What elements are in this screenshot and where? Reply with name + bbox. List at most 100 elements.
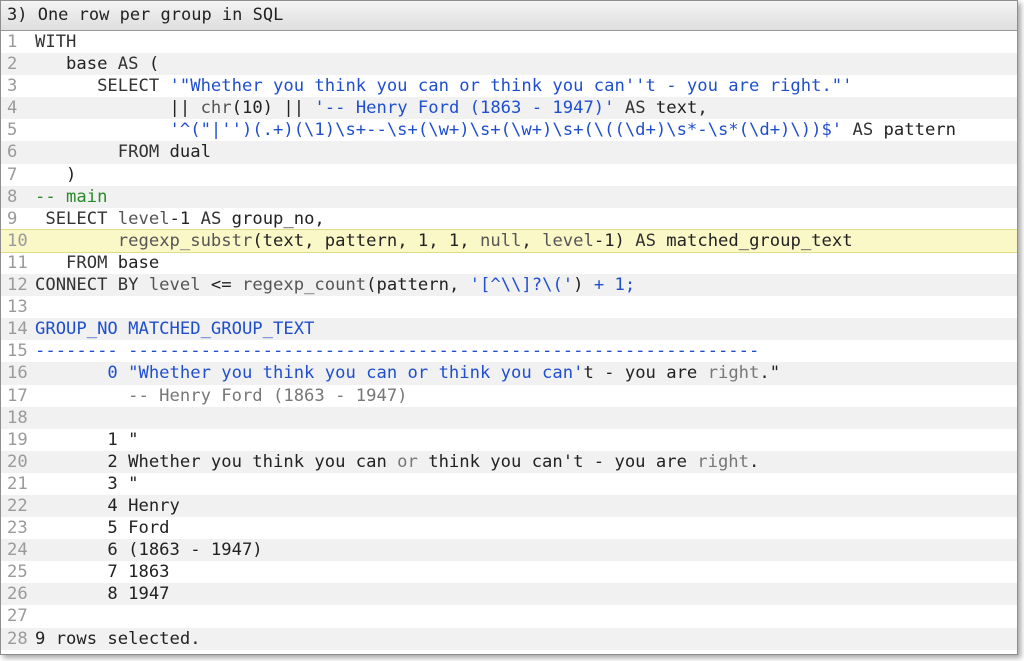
code-token: 4 Henry <box>35 495 180 516</box>
code-line[interactable]: 13 <box>1 296 1017 318</box>
line-number: 20 <box>7 451 28 472</box>
code-token: SELECT <box>35 208 118 229</box>
line-number: 7 <box>7 164 18 185</box>
code-token: 3 " <box>35 473 139 494</box>
line-number: 13 <box>7 297 28 318</box>
code-line[interactable]: 12 CONNECT BY level <= regexp_count(patte… <box>1 274 1017 297</box>
line-number: 10 <box>7 230 28 251</box>
code-line[interactable]: 20 2 Whether you think you can or think … <box>1 450 1017 473</box>
code-token: (10) || <box>231 98 315 119</box>
code-line[interactable]: 14 GROUP_NO MATCHED_GROUP_TEXT <box>1 318 1017 341</box>
code-line[interactable]: 26 8 1947 <box>1 583 1017 606</box>
line-number: 23 <box>7 518 28 539</box>
line-number: 11 <box>7 252 28 273</box>
line-number: 3 <box>7 76 18 97</box>
code-token: '"Whether you think you can or think you… <box>169 76 853 97</box>
code-token: regexp_count <box>241 275 367 296</box>
code-token: right <box>707 363 760 384</box>
code-token: 8 1947 <box>35 584 170 605</box>
code-line[interactable]: 9 SELECT level-1 AS group_no, <box>1 208 1017 230</box>
code-line[interactable]: 1 WITH <box>1 31 1017 53</box>
code-line[interactable]: 23 5 Ford <box>1 517 1017 539</box>
code-token: text, <box>655 98 708 119</box>
code-line[interactable]: 5 '^("|'')(.+)(\1)\s+--\s+(\w+)\s+(\w+)\… <box>1 119 1017 141</box>
code-line[interactable]: 6 FROM dual <box>1 141 1017 164</box>
code-token: '^("|'')(.+)(\1)\s+--\s+(\w+)\s+(\w+)\s+… <box>169 120 843 141</box>
line-number: 14 <box>7 319 28 340</box>
code-token: dual <box>169 142 211 163</box>
line-number: 24 <box>7 540 28 561</box>
code-token: 9 rows selected. <box>35 628 201 649</box>
code-token: chr <box>200 98 232 119</box>
line-number: 18 <box>7 407 28 428</box>
code-line[interactable]: 4 || chr(10) || '-- Henry Ford (1863 - 1… <box>1 97 1017 120</box>
line-number: 19 <box>7 429 28 450</box>
line-number: 12 <box>7 275 28 296</box>
line-number: 6 <box>7 142 18 163</box>
code-token: <= <box>200 275 242 296</box>
code-token: AS <box>635 230 656 251</box>
code-token: group_no, <box>221 208 325 229</box>
code-token: 0 <box>35 363 129 384</box>
line-number: 17 <box>7 385 28 406</box>
code-token: base <box>35 54 118 75</box>
code-line[interactable]: 11 FROM base <box>1 252 1017 274</box>
code-line[interactable]: 15 -------- -----------------------------… <box>1 340 1017 362</box>
line-number: 15 <box>7 341 28 362</box>
code-line[interactable]: 24 6 (1863 - 1947) <box>1 539 1017 562</box>
code-line[interactable]: 19 1 " <box>1 429 1017 451</box>
code-token: "Whether you think you can or think you … <box>128 363 584 384</box>
code-token: level <box>148 275 201 296</box>
line-number: 9 <box>7 208 18 229</box>
code-line[interactable]: 8 -- main <box>1 185 1017 208</box>
code-line[interactable]: 21 3 " <box>1 473 1017 495</box>
code-token: -1 <box>169 208 201 229</box>
code-token: '-- Henry Ford (1863 - 1947)' <box>314 98 615 119</box>
line-number: 4 <box>7 98 18 119</box>
code-token: -------- -------------------------------… <box>35 341 760 362</box>
code-token: AS <box>200 208 222 229</box>
code-line[interactable]: 28 9 rows selected. <box>1 627 1017 650</box>
code-line[interactable]: 7 ) <box>1 164 1017 186</box>
code-line[interactable]: 27 <box>1 605 1017 627</box>
code-line[interactable]: 22 4 Henry <box>1 494 1017 518</box>
editor-window: 3) One row per group in SQL 1 WITH 2 base … <box>0 0 1018 655</box>
code-line[interactable]: 25 7 1863 <box>1 561 1017 583</box>
code-token: WITH <box>35 32 77 52</box>
code-line[interactable]: 3 SELECT '"Whether you think you can or … <box>1 75 1017 97</box>
code-line[interactable]: 18 <box>1 406 1017 429</box>
code-token: ." <box>759 363 781 384</box>
code-token: ) <box>573 275 594 296</box>
code-token: ( <box>138 54 160 75</box>
code-token: (text, pattern, 1, 1, <box>252 230 480 251</box>
line-number: 1 <box>7 32 18 52</box>
code-line[interactable]: 17 -- Henry Ford (1863 - 1947) <box>1 385 1017 407</box>
line-number: 5 <box>7 120 18 141</box>
code-area[interactable]: 1 WITH 2 base AS (3 SELECT '"Whether you t… <box>1 31 1017 650</box>
code-token: or <box>397 451 418 472</box>
code-token: null <box>479 230 522 251</box>
code-token: level <box>117 208 170 229</box>
code-token: think you can't - you are <box>417 451 698 472</box>
code-line[interactable]: 16 0 "Whether you think you can or think… <box>1 362 1017 385</box>
line-number: 21 <box>7 473 28 494</box>
code-token: AS <box>614 98 656 119</box>
code-token: -- main <box>35 186 108 207</box>
window-title: 3) One row per group in SQL <box>1 1 1017 31</box>
code-token: ) <box>35 164 77 185</box>
code-line[interactable]: 2 base AS ( <box>1 53 1017 76</box>
code-token: (pattern, <box>366 275 470 296</box>
code-token: FROM <box>35 252 118 273</box>
line-number: 16 <box>7 363 28 384</box>
code-token: -1) <box>593 230 636 251</box>
code-token: 2 Whether you think you can <box>35 451 398 472</box>
code-token: 1 " <box>35 429 139 450</box>
code-line[interactable]: 10 regexp_substr(text, pattern, 1, 1, nu… <box>1 228 1017 253</box>
code-token: regexp_substr <box>117 230 253 251</box>
line-number: 27 <box>7 606 28 627</box>
code-token: level <box>542 230 594 251</box>
line-number: 22 <box>7 495 28 516</box>
code-token: GROUP_NO MATCHED_GROUP_TEXT <box>35 319 315 340</box>
